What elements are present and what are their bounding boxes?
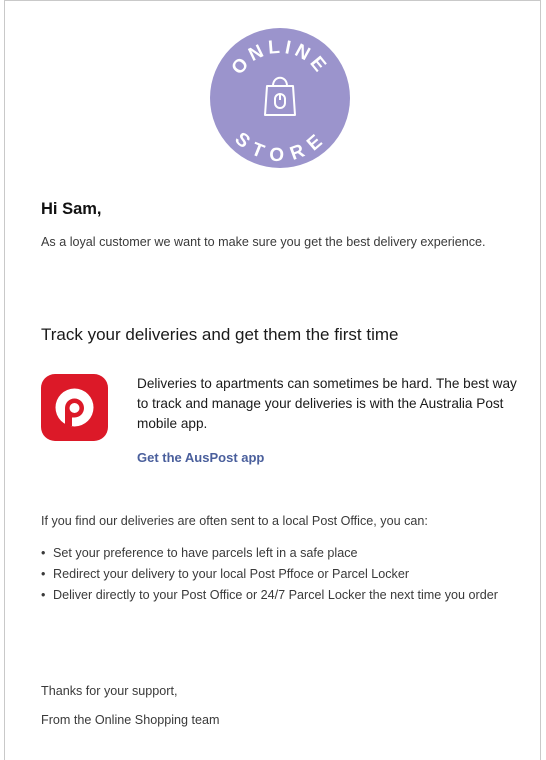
greeting: Hi Sam, [41,200,102,218]
section-title: Track your deliveries and get them the f… [41,325,399,344]
logo-graphic: ONLINE STORE [210,28,350,168]
post-office-intro: If you find our deliveries are often sen… [41,514,428,528]
list-item: • Set your preference to have parcels lef… [41,544,531,563]
bullet-icon: • [41,567,46,581]
intro-text: As a loyal customer we want to make sure… [41,235,486,249]
list-item: • Redirect your delivery to your local Po… [41,565,531,584]
signoff-text: From the Online Shopping team [41,713,220,727]
list-item: • Deliver directly to your Post Office or… [41,586,531,605]
option-text: Deliver directly to your Post Office or … [53,588,498,602]
bullet-icon: • [41,588,46,602]
get-auspost-app-link[interactable]: Get the AusPost app [137,450,264,465]
option-text: Redirect your delivery to your local Pos… [53,567,410,581]
option-text: Set your preference to have parcels left… [53,546,358,560]
delivery-options-list: • Set your preference to have parcels lef… [41,544,531,607]
australia-post-logo-icon[interactable] [41,374,108,441]
online-store-logo: ONLINE STORE [209,27,351,169]
app-description: Deliveries to apartments can sometimes b… [137,376,517,431]
email-body: ONLINE STORE Hi Sam, As a loyal customer… [4,0,541,760]
thanks-text: Thanks for your support, [41,684,178,698]
bullet-icon: • [41,546,46,560]
australia-post-logo-graphic [55,388,94,427]
